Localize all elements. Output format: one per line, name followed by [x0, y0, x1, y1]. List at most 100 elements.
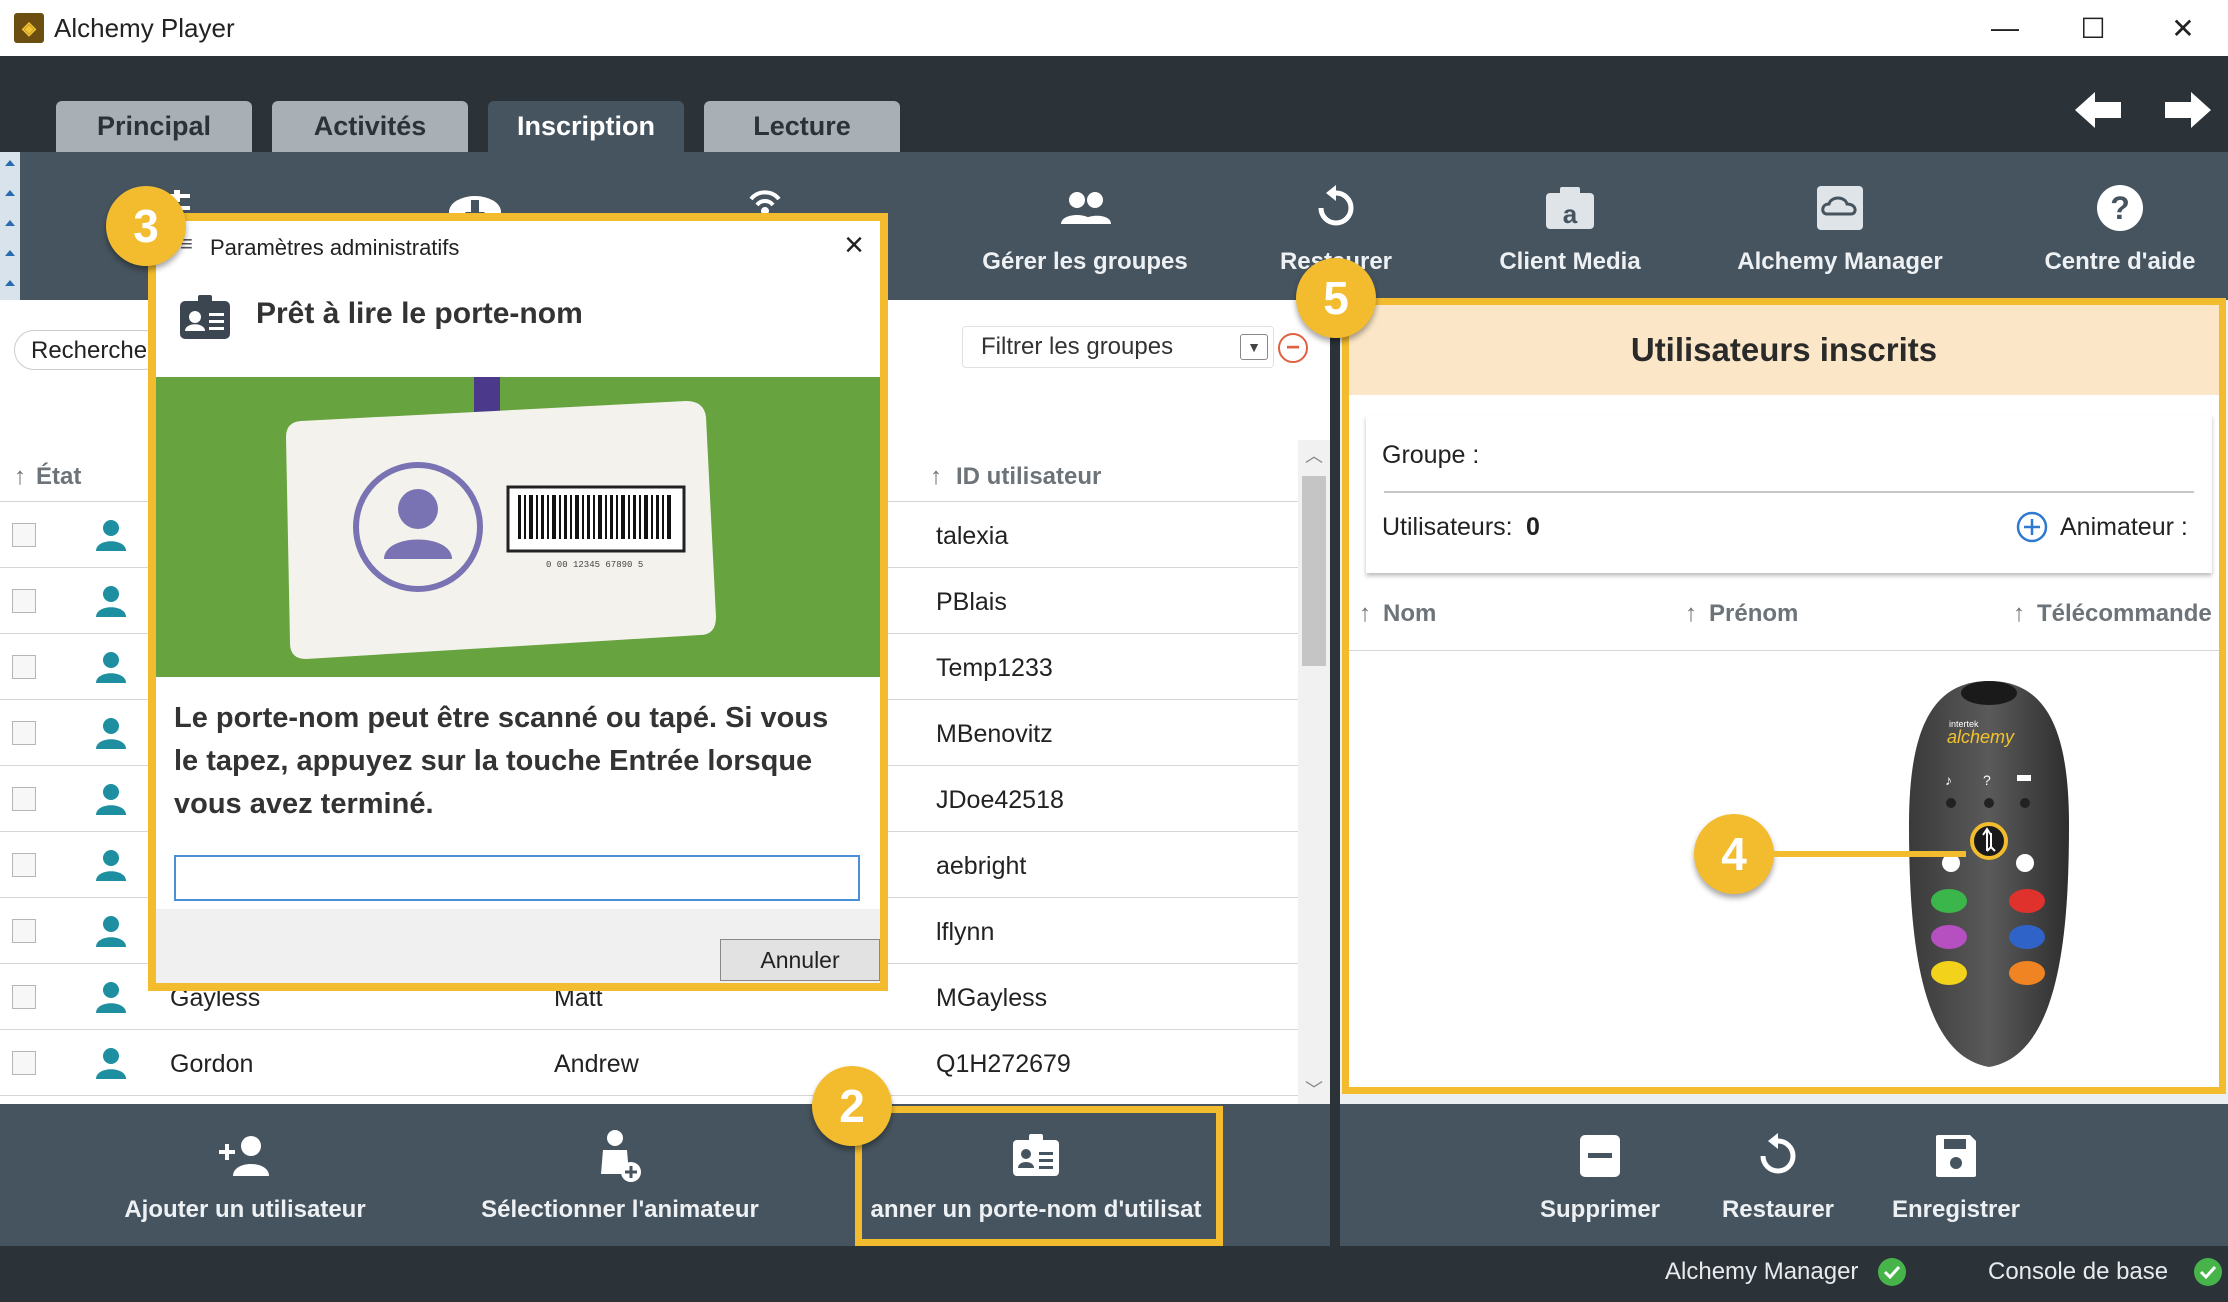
select-facilitator-button[interactable]: Sélectionner l'animateur	[480, 1104, 760, 1246]
callout-2: 2	[812, 1066, 892, 1146]
callout-4: 4	[1694, 814, 1774, 894]
minimize-button[interactable]: —	[1960, 0, 2050, 56]
column-first-name-header[interactable]: ↑ Prénom	[1685, 600, 1798, 628]
save-label: Enregistrer	[1891, 1196, 2021, 1223]
add-user-icon	[217, 1128, 273, 1184]
badge-input[interactable]	[174, 855, 860, 901]
sort-up-icon: ↑	[2013, 600, 2025, 627]
svg-text:?: ?	[2110, 190, 2130, 226]
row-user-id: Q1H272679	[936, 1050, 1071, 1078]
console-status-label: Console de base	[1988, 1258, 2169, 1285]
user-icon	[94, 716, 128, 755]
dialog-body: Le porte-nom peut être scanné ou tapé. S…	[156, 677, 880, 909]
check-icon	[1878, 1258, 1907, 1286]
filter-dropdown-button[interactable]: ▼	[1240, 334, 1268, 360]
user-icon	[94, 848, 128, 887]
column-last-name-header[interactable]: ↑ Nom	[1359, 600, 1436, 628]
filter-groups-input[interactable]: Filtrer les groupes	[962, 326, 1274, 368]
dialog-close-button[interactable]: ×	[836, 226, 872, 264]
row-checkbox[interactable]	[12, 1051, 36, 1075]
users-count: 0	[1526, 513, 1540, 541]
tab-principal[interactable]: Principal	[56, 101, 252, 152]
add-user-button[interactable]: Ajouter un utilisateur	[110, 1104, 380, 1246]
row-checkbox[interactable]	[12, 655, 36, 679]
back-arrow-icon[interactable]	[2068, 82, 2128, 138]
callout-3: 3	[106, 186, 186, 266]
scrollbar-thumb[interactable]	[1302, 476, 1326, 666]
row-checkbox[interactable]	[12, 853, 36, 877]
row-checkbox[interactable]	[12, 787, 36, 811]
row-checkbox[interactable]	[12, 721, 36, 745]
app-logo-icon: ◈	[14, 13, 44, 43]
manage-groups-button[interactable]: Gérer les groupes	[982, 152, 1188, 300]
manager-status-label: Alchemy Manager	[1665, 1258, 1859, 1285]
row-user-id: aebright	[936, 852, 1027, 880]
table-row[interactable]: Gordon Andrew Q1H272679	[0, 1030, 1298, 1096]
client-media-button[interactable]: a Client Media	[1470, 152, 1670, 300]
row-checkbox[interactable]	[12, 985, 36, 1009]
sort-up-icon: ↑	[1359, 600, 1371, 627]
restore-icon	[1313, 182, 1359, 234]
alchemy-manager-button[interactable]: Alchemy Manager	[1730, 152, 1950, 300]
main-tab-bar: Principal Activités Inscription Lecture	[0, 56, 2228, 152]
clear-filter-icon[interactable]: −	[1278, 333, 1308, 363]
sort-up-icon: ↑	[930, 463, 942, 490]
add-facilitator-icon[interactable]	[2016, 511, 2048, 548]
cancel-button[interactable]: Annuler	[720, 939, 880, 981]
scroll-down-icon[interactable]: ﹀	[1298, 1074, 1330, 1104]
row-user-id: lflynn	[936, 918, 995, 946]
side-collapse-strip[interactable]	[0, 152, 20, 300]
remote-header-label: Télécommande	[2037, 600, 2212, 627]
scroll-up-icon[interactable]: ︿	[1298, 440, 1330, 470]
row-user-id: Temp1233	[936, 654, 1053, 682]
row-checkbox[interactable]	[12, 523, 36, 547]
column-state-header[interactable]: ↑ État	[14, 450, 81, 504]
user-icon	[94, 914, 128, 953]
remote-control-image: intertek alchemy ♪ ?	[1899, 675, 2079, 1080]
tab-inscription[interactable]: Inscription	[488, 101, 684, 152]
column-remote-header[interactable]: ↑ Télécommande	[2013, 600, 2212, 628]
dialog-heading: Prêt à lire le porte-nom	[256, 297, 583, 330]
table-scrollbar[interactable]: ︿ ﹀	[1298, 440, 1330, 1104]
window-title: Alchemy Player	[54, 12, 235, 43]
sort-up-icon: ↑	[14, 463, 26, 490]
status-bar: Alchemy Manager Console de base	[0, 1246, 2228, 1302]
dialog-heading-band: Prêt à lire le porte-nom	[156, 273, 880, 377]
scan-badge-highlight	[855, 1106, 1223, 1246]
facilitator-label: Animateur :	[2060, 513, 2188, 541]
delete-button[interactable]: Supprimer	[1520, 1104, 1680, 1246]
row-user-id: JDoe42518	[936, 786, 1064, 814]
console-status: Console de base	[1988, 1258, 2223, 1286]
maximize-button[interactable]: ☐	[2048, 0, 2138, 56]
badge-icon	[178, 293, 232, 346]
user-id-header-label: ID utilisateur	[956, 463, 1102, 490]
alchemy-manager-icon	[1815, 182, 1865, 234]
svg-text:alchemy: alchemy	[1947, 727, 2015, 747]
help-center-button[interactable]: ? Centre d'aide	[2020, 152, 2220, 300]
alchemy-player-window: { "window": { "title": "Alchemy Player",…	[0, 0, 2228, 1302]
search-input[interactable]: Recherche	[14, 330, 164, 370]
row-checkbox[interactable]	[12, 919, 36, 943]
help-center-label: Centre d'aide	[2044, 248, 2196, 275]
select-facilitator-icon	[595, 1128, 645, 1184]
registered-actions-bar: Supprimer Restaurer Enregistrer	[1340, 1104, 2228, 1246]
group-label: Groupe :	[1382, 441, 1480, 469]
tab-activites[interactable]: Activités	[272, 101, 468, 152]
save-button[interactable]: Enregistrer	[1876, 1104, 2036, 1246]
svg-text:♪: ♪	[1945, 772, 1952, 788]
forward-arrow-icon[interactable]	[2158, 82, 2218, 138]
registered-header-divider	[1349, 650, 2219, 651]
group-icon	[1057, 182, 1113, 234]
close-window-button[interactable]: ✕	[2138, 0, 2228, 56]
badge-photo: 0 00 12345 67890 5	[156, 377, 880, 677]
help-icon: ?	[2095, 182, 2145, 234]
group-divider	[1384, 491, 2194, 493]
row-checkbox[interactable]	[12, 589, 36, 613]
dialog-header: ≡ Paramètres administratifs ×	[156, 221, 880, 273]
row-user-id: PBlais	[936, 588, 1007, 616]
tab-lecture[interactable]: Lecture	[704, 101, 900, 152]
dialog-title: Paramètres administratifs	[210, 235, 460, 260]
registered-users-frame: Utilisateurs inscrits Groupe : Utilisate…	[1342, 298, 2226, 1094]
restore-button[interactable]: Restaurer	[1698, 1104, 1858, 1246]
column-user-id-header[interactable]: ↑ ID utilisateur	[930, 450, 1101, 504]
